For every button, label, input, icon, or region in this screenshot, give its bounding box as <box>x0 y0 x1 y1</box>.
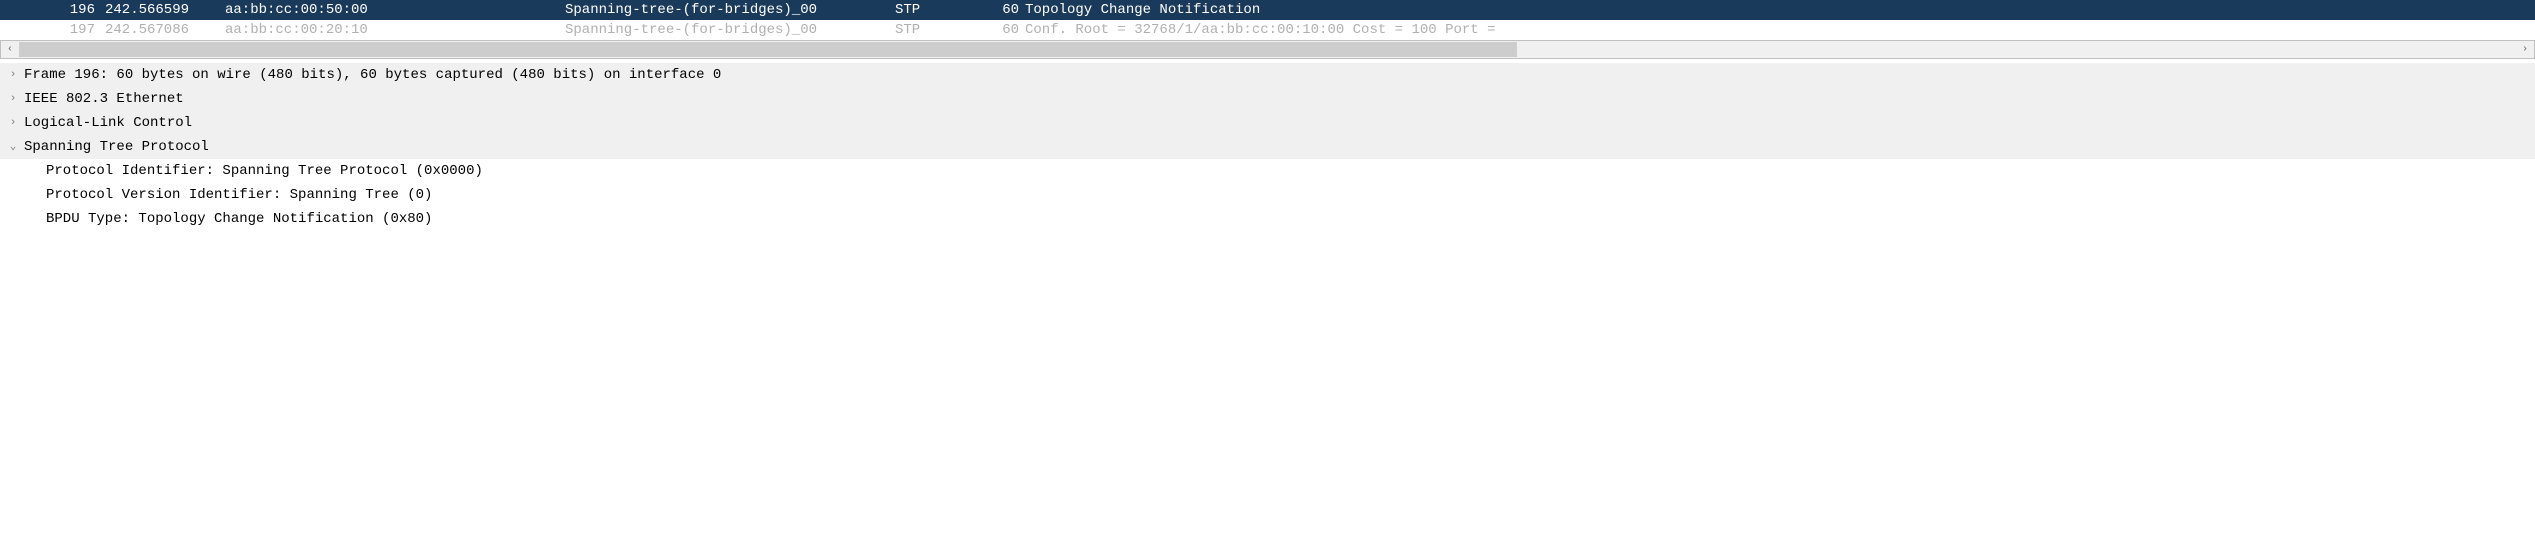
col-length: 60 <box>995 21 1025 39</box>
scroll-thumb[interactable] <box>19 42 1517 57</box>
tree-leaf-label: BPDU Type: Topology Change Notification … <box>46 208 432 230</box>
tree-row-llc[interactable]: › Logical-Link Control <box>0 111 2535 135</box>
col-no: 197 <box>0 21 105 39</box>
tree-row-protocol-identifier[interactable]: Protocol Identifier: Spanning Tree Proto… <box>0 159 2535 183</box>
chevron-down-icon[interactable]: ⌄ <box>6 136 20 158</box>
packet-row[interactable]: 196 242.566599 aa:bb:cc:00:50:00 Spannin… <box>0 0 2535 20</box>
chevron-right-icon[interactable]: › <box>6 88 20 110</box>
tree-leaf-label: Protocol Version Identifier: Spanning Tr… <box>46 184 432 206</box>
tree-row-stp[interactable]: ⌄ Spanning Tree Protocol <box>0 135 2535 159</box>
tree-row-frame[interactable]: › Frame 196: 60 bytes on wire (480 bits)… <box>0 63 2535 87</box>
tree-label: IEEE 802.3 Ethernet <box>24 88 184 110</box>
scroll-track[interactable] <box>19 41 2516 58</box>
packet-list[interactable]: 196 242.566599 aa:bb:cc:00:50:00 Spannin… <box>0 0 2535 41</box>
col-protocol: STP <box>895 1 995 19</box>
tree-row-bpdu-type[interactable]: BPDU Type: Topology Change Notification … <box>0 207 2535 231</box>
col-no: 196 <box>0 1 105 19</box>
horizontal-scrollbar[interactable]: ‹ › <box>0 41 2535 59</box>
col-time: 242.566599 <box>105 1 225 19</box>
col-source: aa:bb:cc:00:20:10 <box>225 21 565 39</box>
scroll-left-icon[interactable]: ‹ <box>1 41 19 58</box>
details-tree-block: › Frame 196: 60 bytes on wire (480 bits)… <box>0 63 2535 159</box>
tree-label: Frame 196: 60 bytes on wire (480 bits), … <box>24 64 721 86</box>
chevron-right-icon[interactable]: › <box>6 112 20 134</box>
tree-row-protocol-version[interactable]: Protocol Version Identifier: Spanning Tr… <box>0 183 2535 207</box>
chevron-right-icon[interactable]: › <box>6 64 20 86</box>
tree-label: Logical-Link Control <box>24 112 192 134</box>
col-info: Conf. Root = 32768/1/aa:bb:cc:00:10:00 C… <box>1025 21 2535 39</box>
col-destination: Spanning-tree-(for-bridges)_00 <box>565 1 895 19</box>
scroll-right-icon[interactable]: › <box>2516 41 2534 58</box>
packet-details-pane[interactable]: › Frame 196: 60 bytes on wire (480 bits)… <box>0 59 2535 235</box>
tree-label: Spanning Tree Protocol <box>24 136 209 158</box>
packet-row[interactable]: 197 242.567086 aa:bb:cc:00:20:10 Spannin… <box>0 20 2535 40</box>
col-time: 242.567086 <box>105 21 225 39</box>
col-length: 60 <box>995 1 1025 19</box>
col-protocol: STP <box>895 21 995 39</box>
col-source: aa:bb:cc:00:50:00 <box>225 1 565 19</box>
col-info: Topology Change Notification <box>1025 1 2535 19</box>
col-destination: Spanning-tree-(for-bridges)_00 <box>565 21 895 39</box>
tree-row-ethernet[interactable]: › IEEE 802.3 Ethernet <box>0 87 2535 111</box>
tree-leaf-label: Protocol Identifier: Spanning Tree Proto… <box>46 160 483 182</box>
